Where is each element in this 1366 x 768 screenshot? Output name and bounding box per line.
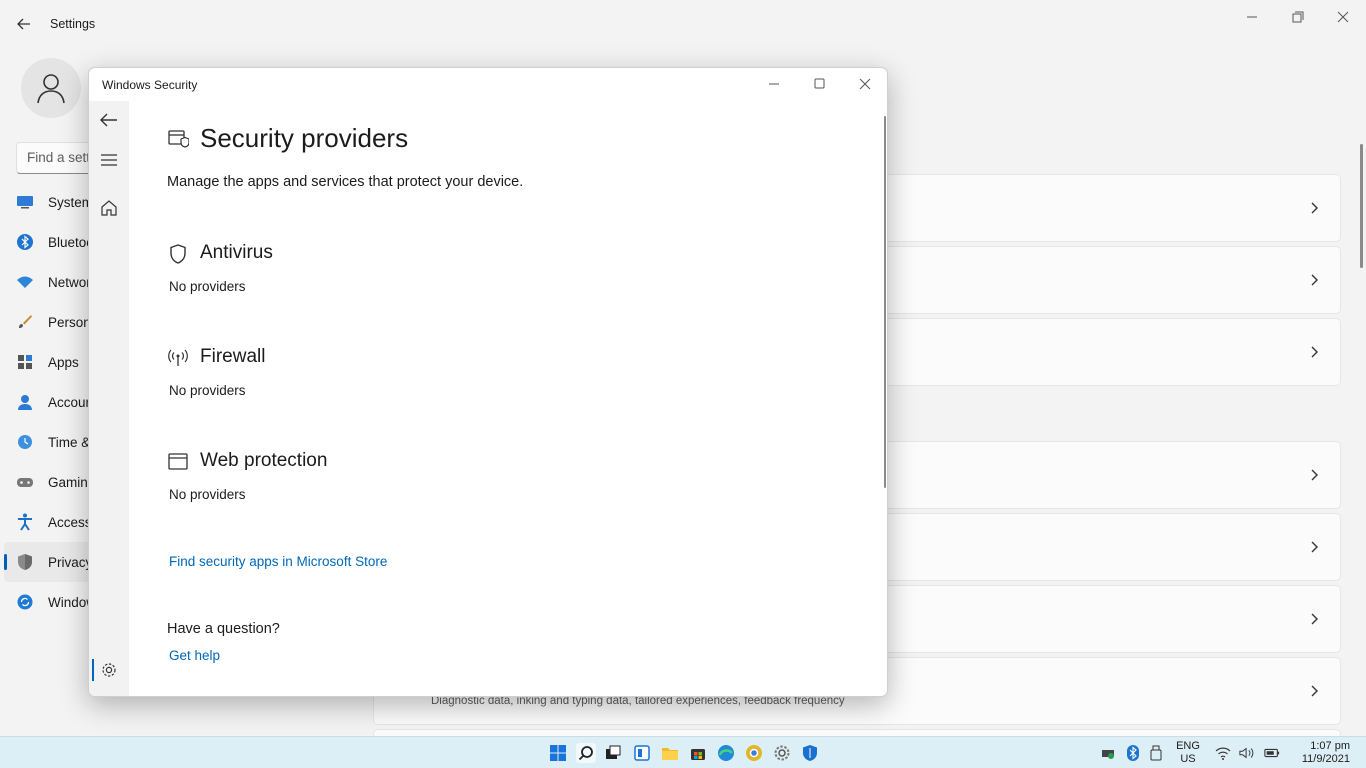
nav-item-time-language[interactable]: Time & language — [4, 422, 150, 462]
antivirus-value: No providers — [169, 279, 246, 294]
security-content: Security providers Manage the apps and s… — [129, 101, 875, 696]
nav-item-accessibility[interactable]: Accessibility — [4, 502, 122, 542]
security-scrollbar[interactable] — [884, 116, 886, 488]
shield-icon — [16, 553, 34, 571]
person-icon — [16, 393, 34, 411]
question-heading: Have a question? — [167, 621, 280, 637]
person-icon — [37, 74, 65, 104]
page-subtitle: Manage the apps and services that protec… — [167, 174, 524, 190]
security-providers-icon — [168, 130, 189, 148]
nav-label: System — [48, 194, 94, 210]
apps-icon — [16, 353, 34, 371]
nav-item-bluetooth[interactable]: Bluetooth & devices — [4, 222, 167, 262]
selection-indicator — [92, 659, 94, 681]
input-language[interactable]: ENG US — [1176, 740, 1200, 766]
nav-item-windows-update[interactable]: Windows Update — [4, 582, 150, 622]
gamepad-icon — [16, 473, 34, 491]
settings-title: Settings — [50, 17, 96, 31]
security-window-title: Windows Security — [102, 78, 198, 92]
nav-item-network[interactable]: Network & internet — [4, 262, 159, 302]
windows-security-window: Windows Security Security providers Mana… — [88, 67, 888, 697]
antivirus-title: Antivirus — [200, 242, 273, 263]
start-icon[interactable] — [548, 743, 568, 763]
close-icon[interactable] — [854, 74, 876, 94]
page-title: Security providers — [200, 123, 409, 153]
bluetooth-icon[interactable] — [1125, 745, 1141, 761]
task-view-icon[interactable] — [603, 743, 623, 763]
settings-scrollbar[interactable] — [1360, 144, 1363, 268]
clock-date: 11/9/2021 — [1301, 753, 1350, 765]
hamburger-menu-icon[interactable] — [97, 148, 121, 172]
taskbar: ENG US 1:07 pm 11/9/2021 — [0, 736, 1366, 768]
chevron-right-icon — [1311, 685, 1318, 697]
battery-icon[interactable] — [1264, 745, 1280, 761]
nav-label: Apps — [48, 354, 79, 370]
nav-item-system[interactable]: System — [4, 182, 94, 222]
home-icon[interactable] — [97, 196, 121, 220]
settings-nav: System Bluetooth & devices Network & int… — [4, 182, 167, 622]
windows-security-icon[interactable] — [800, 743, 820, 763]
widgets-icon[interactable] — [632, 743, 652, 763]
avatar[interactable] — [21, 58, 81, 118]
nav-item-privacy[interactable]: Privacy & security — [4, 542, 155, 582]
minimize-icon[interactable] — [1242, 8, 1262, 26]
file-explorer-icon[interactable] — [660, 743, 680, 763]
chevron-right-icon — [1311, 469, 1318, 481]
security-titlebar: Windows Security — [89, 68, 887, 101]
accessibility-icon — [16, 513, 34, 531]
monitor-icon — [16, 193, 34, 211]
store-icon[interactable] — [688, 743, 708, 763]
chevron-right-icon — [1311, 346, 1318, 358]
restore-icon[interactable] — [1287, 8, 1307, 26]
browser-window-icon — [168, 453, 188, 470]
get-help-link[interactable]: Get help — [169, 648, 220, 663]
brush-icon — [16, 313, 34, 331]
volume-icon[interactable] — [1239, 745, 1255, 761]
search-icon[interactable] — [576, 743, 596, 763]
antenna-icon — [168, 349, 188, 366]
firewall-title: Firewall — [200, 346, 266, 367]
edge-icon[interactable] — [716, 743, 736, 763]
chevron-right-icon — [1311, 541, 1318, 553]
nav-item-accounts[interactable]: Accounts — [4, 382, 104, 422]
chrome-icon[interactable] — [744, 743, 764, 763]
security-sidebar — [89, 101, 129, 696]
nav-item-apps[interactable]: Apps — [4, 342, 94, 382]
nav-item-gaming[interactable]: Gaming — [4, 462, 95, 502]
web-protection-value: No providers — [169, 487, 246, 502]
language-code: ENG — [1176, 740, 1200, 752]
web-protection-title: Web protection — [200, 450, 328, 471]
chevron-right-icon — [1311, 274, 1318, 286]
keyboard-region: US — [1180, 753, 1196, 765]
nav-item-personalization[interactable]: Personalization — [4, 302, 140, 342]
globe-clock-icon — [16, 433, 34, 451]
settings-gear-icon[interactable] — [97, 658, 121, 682]
minimize-icon[interactable] — [763, 74, 785, 94]
network-drive-icon[interactable] — [1100, 745, 1116, 761]
clock-time: 1:07 pm — [1310, 740, 1350, 752]
close-icon[interactable] — [1333, 8, 1353, 26]
maximize-icon[interactable] — [808, 74, 830, 94]
update-icon — [16, 593, 34, 611]
settings-titlebar: Settings — [0, 0, 1366, 48]
shield-icon — [170, 244, 186, 264]
store-link[interactable]: Find security apps in Microsoft Store — [169, 554, 387, 569]
settings-gear-icon[interactable] — [772, 743, 792, 763]
clock[interactable]: 1:07 pm 11/9/2021 — [1290, 740, 1350, 766]
chevron-right-icon — [1311, 202, 1318, 214]
bluetooth-icon — [16, 233, 34, 251]
wifi-icon — [16, 273, 34, 291]
wifi-icon[interactable] — [1215, 745, 1231, 761]
firewall-value: No providers — [169, 383, 246, 398]
chevron-right-icon — [1311, 613, 1318, 625]
usb-device-icon[interactable] — [1148, 745, 1164, 761]
back-arrow-icon[interactable] — [97, 108, 121, 132]
back-arrow-icon[interactable] — [14, 14, 34, 34]
